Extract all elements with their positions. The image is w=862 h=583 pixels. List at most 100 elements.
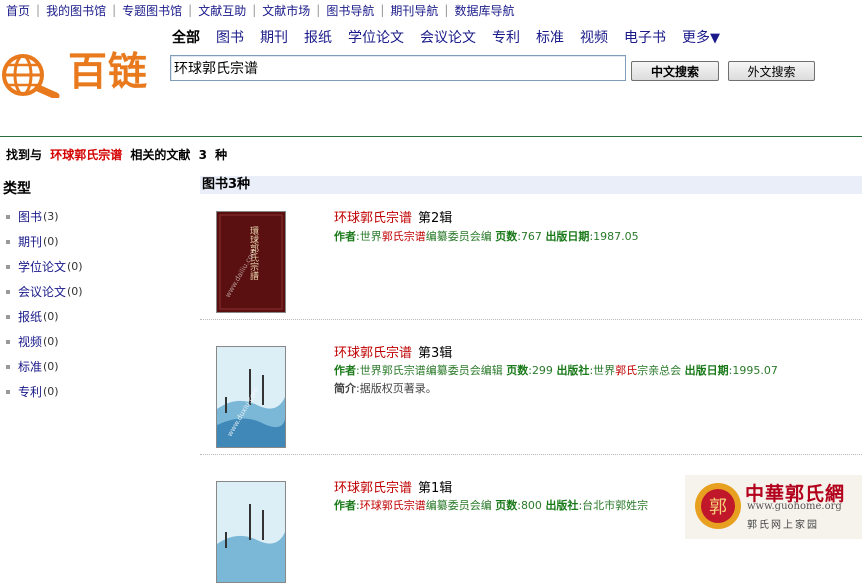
author-value: 世界郭氏宗谱编纂委员会编辑 <box>359 364 503 377</box>
result-item: 環球郭氏宗譜 www.dailiu.com 环球郭氏宗谱 第2辑 作者:世界郭氏宗… <box>200 194 862 320</box>
volume-label: 第1辑 <box>418 481 453 496</box>
seal-icon: 郭 <box>695 483 741 529</box>
book-cover-image[interactable]: www.duxiu.com <box>216 346 286 448</box>
summary-prefix: 找到与 <box>6 148 43 162</box>
bullet-icon <box>6 364 10 369</box>
filter-theses[interactable]: 学位论文 (0) <box>6 254 83 279</box>
filter-label[interactable]: 专利 <box>18 383 42 400</box>
result-summary: 找到与 环球郭氏宗谱 相关的文献 3 种 <box>6 146 227 163</box>
title-text[interactable]: 环球郭氏宗谱 <box>334 346 412 361</box>
nav-doc-market[interactable]: 文献市场 <box>256 2 316 19</box>
filter-label[interactable]: 学位论文 <box>18 258 66 275</box>
filter-label[interactable]: 报纸 <box>18 308 42 325</box>
filter-label[interactable]: 标准 <box>18 358 42 375</box>
tab-standards[interactable]: 标准 <box>528 27 572 47</box>
intro-text: 据版权页著录。 <box>359 382 437 395</box>
volume-label: 第2辑 <box>418 211 453 226</box>
author-label: 作者 <box>334 230 356 243</box>
nav-journal-guide[interactable]: 期刊导航 <box>384 2 444 19</box>
nav-topic-library[interactable]: 专题图书馆 <box>116 2 188 19</box>
book-cover-image[interactable] <box>216 481 286 583</box>
pages-label: 页数 <box>495 499 518 512</box>
result-meta: 作者:世界郭氏宗谱编纂委员会编辑 页数:299 出版社:世界郭氏宗亲总会 出版日… <box>334 364 778 377</box>
filter-count: (0) <box>67 285 83 298</box>
chinese-search-button[interactable]: 中文搜索 <box>631 61 719 81</box>
tab-patents[interactable]: 专利 <box>484 27 528 47</box>
result-title[interactable]: 环球郭氏宗谱 第1辑 <box>334 477 452 496</box>
filter-newspapers[interactable]: 报纸 (0) <box>6 304 83 329</box>
section-header: 图书3种 <box>200 176 862 194</box>
filter-patents[interactable]: 专利 (0) <box>6 379 83 404</box>
author-label: 作者 <box>334 364 356 377</box>
publisher-label: 出版社 <box>545 499 579 512</box>
author-post: 编纂委员会编 <box>425 499 492 512</box>
author-highlight: 郭氏宗谱 <box>381 230 426 243</box>
result-title[interactable]: 环球郭氏宗谱 第2辑 <box>334 207 452 226</box>
bullet-icon <box>6 264 10 269</box>
category-tabs: 全部 图书 期刊 报纸 学位论文 会议论文 专利 标准 视频 电子书 更多▼ <box>164 27 728 47</box>
book-cover-image[interactable]: 環球郭氏宗譜 www.dailiu.com <box>216 211 286 313</box>
pages-value: 767 <box>520 230 542 243</box>
tab-conference[interactable]: 会议论文 <box>412 27 484 47</box>
result-title[interactable]: 环球郭氏宗谱 第3辑 <box>334 342 452 361</box>
pages-value: 800 <box>520 499 542 512</box>
filter-count: (0) <box>43 385 59 398</box>
tab-theses[interactable]: 学位论文 <box>340 27 412 47</box>
summary-keyword: 环球郭氏宗谱 <box>50 148 123 162</box>
filter-count: (0) <box>67 260 83 273</box>
filter-label[interactable]: 期刊 <box>18 233 42 250</box>
date-label: 出版日期 <box>684 364 729 377</box>
filter-conference[interactable]: 会议论文 (0) <box>6 279 83 304</box>
bullet-icon <box>6 314 10 319</box>
summary-middle: 相关的文献 <box>130 148 191 162</box>
tab-more[interactable]: 更多▼ <box>674 27 728 47</box>
filter-count: (0) <box>43 360 59 373</box>
filter-label[interactable]: 会议论文 <box>18 283 66 300</box>
filter-standards[interactable]: 标准 (0) <box>6 354 83 379</box>
tab-newspapers[interactable]: 报纸 <box>296 27 340 47</box>
publisher-pre: 世界 <box>593 364 616 377</box>
result-item: www.duxiu.com 环球郭氏宗谱 第3辑 作者:世界郭氏宗谱编纂委员会编辑… <box>200 320 862 455</box>
tab-books[interactable]: 图书 <box>208 27 252 47</box>
triangle-down-icon: ▼ <box>710 31 720 46</box>
author-post: 编纂委员会编 <box>425 230 492 243</box>
more-label: 更多 <box>682 30 710 46</box>
bullet-icon <box>6 289 10 294</box>
author-pre: 世界 <box>359 230 382 243</box>
pages-label: 页数 <box>495 230 518 243</box>
publisher-value: 台北市郭姓宗 <box>582 499 649 512</box>
header-divider <box>0 136 862 137</box>
filter-journals[interactable]: 期刊 (0) <box>6 229 83 254</box>
bullet-icon <box>6 214 10 219</box>
intro-label: 简介 <box>334 382 356 395</box>
logo-text[interactable]: 百链 <box>68 50 148 96</box>
filter-label[interactable]: 视频 <box>18 333 42 350</box>
nav-book-guide[interactable]: 图书导航 <box>320 2 380 19</box>
filter-count: (0) <box>43 335 59 348</box>
title-text[interactable]: 环球郭氏宗谱 <box>334 481 412 496</box>
publisher-post: 宗亲总会 <box>637 364 682 377</box>
foreign-search-button[interactable]: 外文搜索 <box>728 61 815 81</box>
nav-home[interactable]: 首页 <box>0 2 36 19</box>
nav-doc-help[interactable]: 文献互助 <box>192 2 252 19</box>
title-text[interactable]: 环球郭氏宗谱 <box>334 211 412 226</box>
watermark-subtitle: 郭氏网上家园 <box>747 520 819 531</box>
tab-all[interactable]: 全部 <box>164 27 208 47</box>
nav-my-library[interactable]: 我的图书馆 <box>40 2 112 19</box>
filter-books[interactable]: 图书 (3) <box>6 204 83 229</box>
type-filter-list: 图书 (3) 期刊 (0) 学位论文 (0) 会议论文 (0) 报纸 (0) 视频 (0) … <box>6 204 83 404</box>
bullet-icon <box>6 239 10 244</box>
tab-journals[interactable]: 期刊 <box>252 27 296 47</box>
tab-ebooks[interactable]: 电子书 <box>616 27 674 47</box>
summary-count: 3 <box>198 148 207 162</box>
nav-db-guide[interactable]: 数据库导航 <box>448 2 520 19</box>
pages-value: 299 <box>531 364 553 377</box>
result-intro: 简介:据版权页著录。 <box>334 382 437 395</box>
filter-label[interactable]: 图书 <box>18 208 42 225</box>
top-nav: 首页 | 我的图书馆 | 专题图书馆 | 文献互助 | 文献市场 | 图书导航 | 期刊导航… <box>0 0 862 20</box>
tab-videos[interactable]: 视频 <box>572 27 616 47</box>
filter-videos[interactable]: 视频 (0) <box>6 329 83 354</box>
filter-count: (3) <box>43 210 59 223</box>
search-input[interactable] <box>170 55 626 81</box>
filter-count: (0) <box>43 310 59 323</box>
